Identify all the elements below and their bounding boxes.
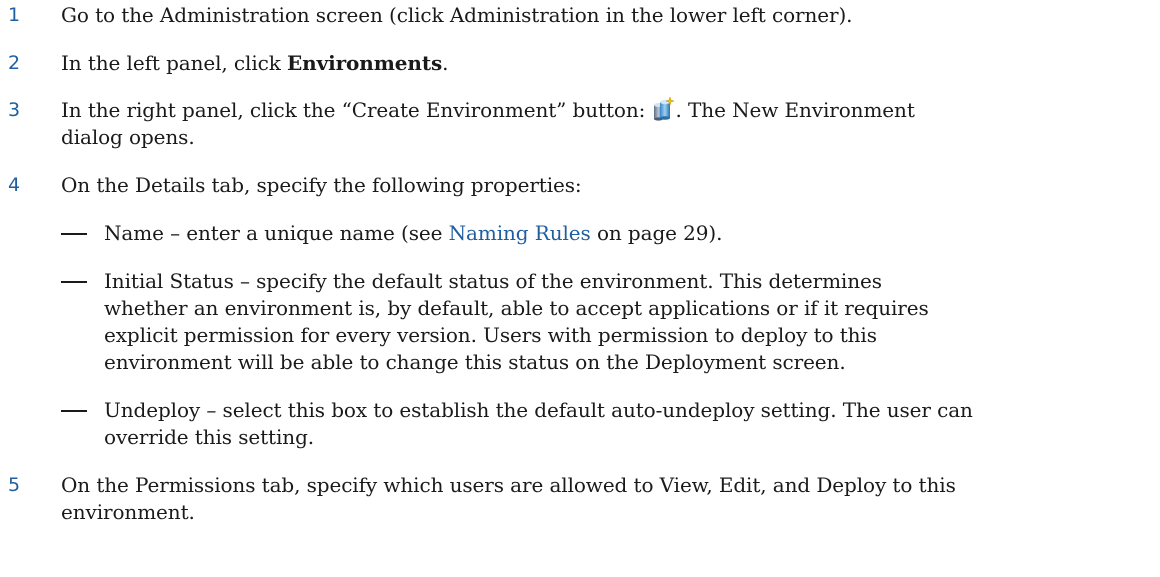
property-text-line: Undeploy – select this box to establish …: [104, 398, 973, 422]
create-environment-icon: [653, 97, 675, 121]
property-text-line: whether an environment is, by default, a…: [104, 296, 929, 320]
property-text-line: override this setting.: [104, 425, 315, 449]
step-text: Go to the Administration screen (click A…: [61, 3, 853, 27]
step-text-line: environment.: [61, 500, 195, 524]
property-text-line: environment will be able to change this …: [104, 350, 846, 374]
step-number: 5: [8, 474, 21, 496]
dash-bullet: [61, 281, 87, 283]
step-text: On the Details tab, specify the followin…: [61, 173, 582, 197]
step-text: In the left panel, click Environments.: [61, 51, 449, 75]
naming-rules-link[interactable]: Naming Rules: [449, 221, 591, 245]
dash-bullet: [61, 410, 87, 412]
step-text: In the right panel, click the “Create En…: [61, 97, 915, 122]
step-number: 2: [8, 52, 21, 74]
environments-label: Environments: [287, 51, 443, 75]
step-number: 4: [8, 174, 21, 196]
dash-bullet: [61, 233, 87, 235]
property-text-line: explicit permission for every version. U…: [104, 323, 877, 347]
step-number: 1: [8, 4, 21, 26]
step-number: 3: [8, 99, 21, 121]
step-text-continued: dialog opens.: [61, 125, 195, 149]
property-text: Name – enter a unique name (see Naming R…: [104, 221, 723, 245]
step-text-line: On the Permissions tab, specify which us…: [61, 473, 956, 497]
property-text-line: Initial Status – specify the default sta…: [104, 269, 882, 293]
